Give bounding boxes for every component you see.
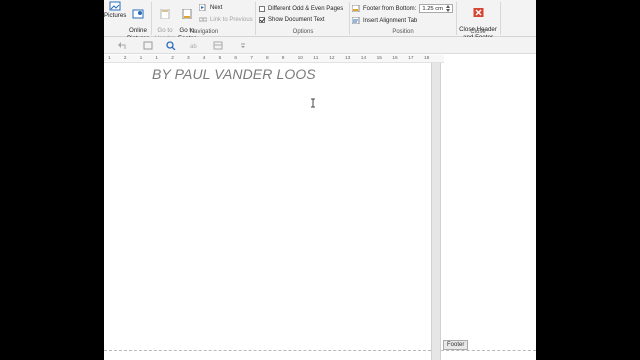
ruler-tick-label: 11 <box>313 56 319 61</box>
online-pictures-button[interactable]: Online Pictures <box>127 1 149 42</box>
ruler-tick-label: 13 <box>345 56 351 61</box>
document-body-text[interactable]: BY PAUL VANDER LOOS <box>152 66 316 82</box>
link-to-previous-label: Link to Previous <box>210 16 253 23</box>
ruler-tick-label: 17 <box>408 56 414 61</box>
ruler-tick-label: 9 <box>281 56 285 61</box>
ruler-tick-label: 12 <box>329 56 335 61</box>
alignment-tab-icon <box>352 17 360 24</box>
checkbox-checked[interactable] <box>259 17 265 23</box>
ruler-tick-label: 2 <box>123 56 127 61</box>
ruler-tick-label: 10 <box>297 56 303 61</box>
ruler-tick-label: 18 <box>424 56 430 61</box>
footer-boundary-line <box>441 350 536 351</box>
go-to-footer-button[interactable]: Go to Footer <box>176 1 198 42</box>
link-icon <box>199 17 207 22</box>
link-to-previous-button[interactable]: Link to Previous <box>199 16 253 23</box>
ruler-tick-label: 14 <box>360 56 367 61</box>
ruler-tick-label: 5 <box>218 56 222 61</box>
footer-from-bottom-control: Footer from Bottom: 1.25 cm <box>352 4 454 13</box>
options-group-label: Options <box>292 29 314 35</box>
footer-from-bottom-value[interactable]: 1.25 cm <box>422 6 443 12</box>
ruler-tick-label: 1 <box>108 56 111 61</box>
text-cursor-icon <box>311 98 315 108</box>
next-label: Next <box>210 4 223 11</box>
ruler-tick-label: 3 <box>187 56 190 61</box>
spelling-icon[interactable]: ab <box>190 41 200 50</box>
format-icon[interactable] <box>213 41 223 50</box>
insert-alignment-tab-button[interactable]: Insert Alignment Tab <box>352 17 417 24</box>
different-odd-even-checkbox[interactable]: Different Odd & Even Pages <box>259 6 343 12</box>
document-page[interactable]: BY PAUL VANDER LOOS <box>104 63 431 360</box>
ruler-tick-label: 1 <box>155 56 159 61</box>
customize-toolbar-icon[interactable] <box>238 41 248 50</box>
checkbox-unchecked[interactable] <box>259 6 265 12</box>
group-separator <box>151 2 152 35</box>
spinner-arrows-icon[interactable] <box>446 5 451 12</box>
horizontal-ruler[interactable]: 1 2 1 1 2 3 4 5 6 7 8 9 10 11 12 13 14 15 16 17 18 <box>104 55 444 63</box>
go-to-header-icon <box>160 8 170 19</box>
footer-position-icon <box>352 5 360 12</box>
go-to-header-button[interactable]: Go to Header <box>154 1 176 42</box>
ruler-tick-label: 8 <box>266 56 269 61</box>
footer-boundary-line <box>104 350 431 351</box>
position-group-label: Position <box>392 29 414 35</box>
ruler-tick-label: 15 <box>376 56 382 61</box>
word-window: Pictures Online Pictures Go to Header Go… <box>104 0 536 360</box>
footer-from-bottom-spinner[interactable]: 1.25 cm <box>419 4 454 13</box>
online-pictures-icon <box>132 9 144 18</box>
undo-icon[interactable] <box>118 41 128 50</box>
svg-text:ab: ab <box>190 44 197 50</box>
insert-alignment-tab-label: Insert Alignment Tab <box>363 17 418 24</box>
ruler-tick-label: 6 <box>234 56 238 61</box>
pictures-label: Pictures <box>104 12 127 19</box>
ruler-tick-label: 16 <box>392 56 398 61</box>
page-gap <box>431 63 441 360</box>
footer-tag: Footer <box>443 340 469 350</box>
ruler-tick-label: 1 <box>139 56 143 61</box>
next-button[interactable]: Next <box>199 4 222 11</box>
different-odd-even-label: Different Odd & Even Pages <box>268 6 344 12</box>
ruler-tick-label: 7 <box>250 56 253 61</box>
close-group-label: Close <box>470 29 486 35</box>
ribbon: Pictures Online Pictures Go to Header Go… <box>104 0 536 42</box>
show-document-text-label: Show Document Text <box>268 17 325 23</box>
pictures-icon <box>109 1 121 11</box>
close-icon <box>473 7 483 17</box>
navigation-group-label: Navigation <box>189 29 219 35</box>
group-separator <box>500 2 501 35</box>
quick-toolbar: ab <box>104 37 536 54</box>
next-icon <box>199 4 206 11</box>
next-page[interactable] <box>441 63 536 360</box>
search-icon[interactable] <box>166 41 176 50</box>
footer-from-bottom-label: Footer from Bottom: <box>363 5 417 12</box>
pictures-button[interactable]: Pictures <box>104 1 126 20</box>
ruler-tick-label: 2 <box>171 56 174 61</box>
ruler-tick-label: 4 <box>202 56 206 61</box>
page-view-icon[interactable] <box>143 41 153 50</box>
go-to-footer-icon <box>182 8 192 19</box>
show-document-text-checkbox[interactable]: Show Document Text <box>259 17 325 23</box>
